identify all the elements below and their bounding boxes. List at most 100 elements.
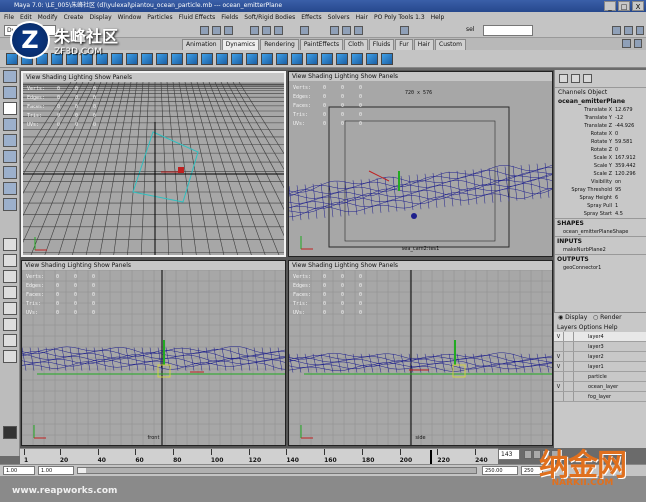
layer-row[interactable]: Vlayer4 [554,332,646,342]
lasso-tool-icon[interactable] [3,86,17,99]
snap-point-icon[interactable] [274,26,283,35]
render-globals-icon[interactable] [354,26,363,35]
select-tool-icon[interactable] [3,70,17,83]
rotate-tool-icon[interactable] [3,134,17,147]
channel-row[interactable]: Rotate Y 59.581 [555,138,646,146]
channel-row[interactable]: Rotate Z0 [555,146,646,154]
shelf-tool-icon[interactable] [336,53,348,65]
channel-row[interactable]: Scale Z 120.296 [555,170,646,178]
single-view-layout-icon[interactable] [3,238,17,251]
range-slider[interactable] [77,467,477,474]
layer-type-toggle[interactable] [564,352,574,361]
channel-value[interactable]: 6 [615,194,645,202]
menu-po-poly-tools-1-3[interactable]: PO Poly Tools 1.3 [374,12,425,23]
shelf-tool-icon[interactable] [261,53,273,65]
go-to-start-icon[interactable] [524,450,532,459]
layer-menu[interactable]: Layers Options Help [554,323,646,332]
manipulator-tool-icon[interactable] [3,166,17,179]
channel-value[interactable]: -12 [615,114,645,122]
channel-value[interactable]: 120.296 [615,170,645,178]
layer-type-toggle[interactable] [564,342,574,351]
menu-effects[interactable]: Effects [301,12,321,23]
layer-visibility-toggle[interactable] [554,392,564,401]
playback-end-field[interactable]: 250.00 [482,466,518,475]
quick-select-input[interactable] [483,25,533,36]
channel-value[interactable]: -44.926 [615,122,645,130]
viewport-bottom-left[interactable]: View Shading Lighting Show Panels Verts:… [21,260,286,446]
channel-row[interactable]: Scale Y 359.442 [555,162,646,170]
layer-editor-icon[interactable] [583,74,592,83]
channel-box-toggle-icon[interactable] [612,26,621,35]
channel-value[interactable]: 359.442 [615,162,645,170]
shelf-close-icon[interactable] [634,39,642,48]
layer-visibility-toggle[interactable]: V [554,352,564,361]
layer-type-toggle[interactable] [564,362,574,371]
ipr-render-icon[interactable] [342,26,351,35]
history-icon[interactable] [300,26,309,35]
channel-row[interactable]: Spray Pull 1 [555,202,646,210]
channel-row[interactable]: Spray Start 4.5 [555,210,646,218]
select-hierarchy-icon[interactable] [200,26,209,35]
channel-value[interactable]: 167.912 [615,154,645,162]
attribute-editor-toggle-icon[interactable] [624,26,633,35]
four-view-layout-icon[interactable] [3,254,17,267]
layer-visibility-toggle[interactable]: V [554,332,564,341]
render-radio[interactable]: ○ Render [593,314,622,321]
channel-box-header[interactable]: Channels Object [555,88,646,97]
channel-row[interactable]: Translate X 12.679 [555,106,646,114]
input-node[interactable]: makeNurbPlane2 [555,246,646,254]
shelf-tool-icon[interactable] [351,53,363,65]
viewport-bottom-right[interactable]: View Shading Lighting Show Panels Verts:… [288,260,553,446]
paint-select-tool-icon[interactable] [3,102,17,115]
channel-row[interactable]: Spray Height 6 [555,194,646,202]
shelf-tool-icon[interactable] [246,53,258,65]
select-object-icon[interactable] [212,26,221,35]
shelf-tool-icon[interactable] [276,53,288,65]
shelf-tool-icon[interactable] [291,53,303,65]
last-tool-icon[interactable] [3,198,17,211]
shelf-menu-icon[interactable] [622,39,631,48]
channel-layout-icon[interactable] [559,74,568,83]
shape-node[interactable]: ocean_emitterPlaneShape [555,228,646,236]
menu-fields[interactable]: Fields [221,12,238,23]
playback-start-field[interactable]: 1.00 [38,466,74,475]
viewport-menu-items[interactable]: View Shading Lighting Show Panels [26,74,132,81]
channel-value[interactable]: on [615,178,645,186]
soft-mod-tool-icon[interactable] [3,182,17,195]
shelf-tool-icon[interactable] [201,53,213,65]
shelf-tool-icon[interactable] [321,53,333,65]
render-view-layout-icon[interactable] [3,334,17,347]
menu-soft-rigid-bodies[interactable]: Soft/Rigid Bodies [244,12,295,23]
shelf-tool-icon[interactable] [216,53,228,65]
two-view-layout-icon[interactable] [3,270,17,283]
channel-value[interactable]: 0 [615,146,645,154]
range-slider-thumb[interactable] [78,468,86,473]
layer-row[interactable]: particle [554,372,646,382]
snap-curve-icon[interactable] [262,26,271,35]
layer-row[interactable]: fog_layer [554,392,646,402]
layer-visibility-toggle[interactable] [554,372,564,381]
layer-row[interactable]: Vlayer1 [554,362,646,372]
display-radio[interactable]: ◉ Display [558,314,587,321]
layer-visibility-toggle[interactable]: V [554,362,564,371]
viewport-menu-items[interactable]: View Shading Lighting Show Panels [292,73,398,80]
current-frame-field[interactable]: 143 [498,449,520,460]
shelf-tool-icon[interactable] [306,53,318,65]
shelf-tool-icon[interactable] [186,53,198,65]
layer-type-toggle[interactable] [564,392,574,401]
move-tool-icon[interactable] [3,118,17,131]
shelf-tool-icon[interactable] [171,53,183,65]
menu-fluid-effects[interactable]: Fluid Effects [179,12,216,23]
channel-value[interactable]: 12.679 [615,106,645,114]
channel-row[interactable]: Visibility on [555,178,646,186]
shelf-tool-icon[interactable] [366,53,378,65]
channel-row[interactable]: Rotate X0 [555,130,646,138]
menu-solvers[interactable]: Solvers [328,12,350,23]
persp-outliner-layout-icon[interactable] [3,286,17,299]
input-field-icon[interactable] [400,26,409,35]
object-name[interactable]: ocean_emitterPlane [555,97,646,106]
render-icon[interactable] [330,26,339,35]
shelf-tool-icon[interactable] [231,53,243,65]
select-component-icon[interactable] [224,26,233,35]
time-slider[interactable]: 1 20 40 60 80 100 120 140 160 180 200 220 240 [20,448,498,464]
